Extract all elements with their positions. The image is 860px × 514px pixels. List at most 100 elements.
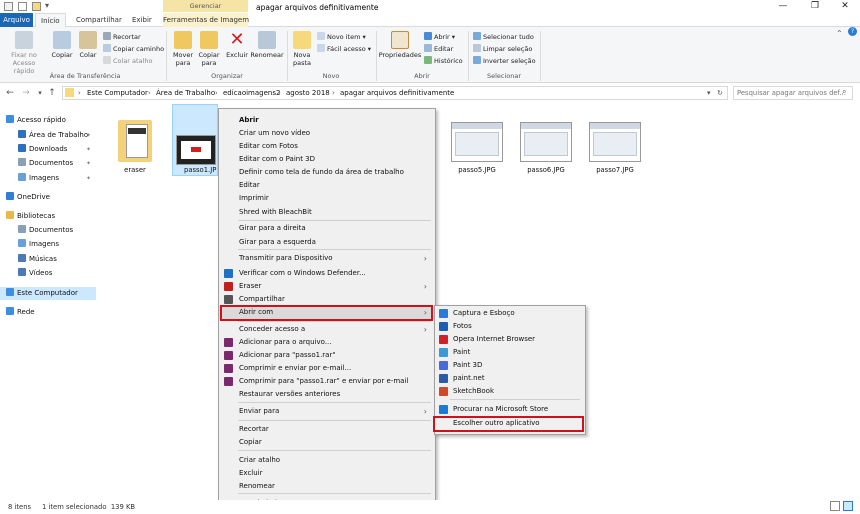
submenu-item[interactable]: paint.net — [435, 372, 585, 385]
context-menu-item[interactable]: Comprimir para "passo1.rar" e enviar por… — [219, 375, 435, 388]
context-menu-item[interactable]: Criar atalho — [219, 454, 435, 467]
sidebar-item[interactable]: Documentos — [0, 224, 96, 237]
context-menu-item[interactable]: Editar com o Paint 3D — [219, 153, 435, 166]
tab-arquivo[interactable]: Arquivo — [0, 13, 33, 27]
submenu-item[interactable]: Captura e Esboço — [435, 307, 585, 320]
context-menu-item[interactable]: Editar com Fotos — [219, 140, 435, 153]
sidebar-item[interactable]: Bibliotecas — [0, 210, 96, 223]
back-arrow-icon[interactable]: ← — [4, 86, 16, 100]
sidebar-item[interactable]: Acesso rápido — [0, 114, 96, 127]
file-label[interactable]: passo6.JPG — [520, 166, 572, 174]
context-menu-item[interactable]: Verificar com o Windows Defender... — [219, 267, 435, 280]
sidebar-item[interactable]: Área de Trabalho ✦ — [0, 129, 96, 142]
file-item-passo7[interactable] — [589, 122, 641, 162]
tab-compartilhar[interactable]: Compartilhar — [71, 13, 127, 27]
details-view-icon[interactable] — [830, 501, 840, 511]
sidebar-item[interactable]: Vídeos — [0, 267, 96, 280]
sidebar-item[interactable]: Downloads ✦ — [0, 143, 96, 156]
context-menu-item[interactable]: Excluir — [219, 467, 435, 480]
new-folder-quick-icon[interactable] — [32, 2, 41, 11]
cut-button[interactable]: Recortar — [103, 32, 141, 43]
sidebar-item[interactable]: Músicas — [0, 253, 96, 266]
file-label[interactable]: eraser — [114, 166, 156, 174]
maximize-button[interactable]: ❐ — [800, 0, 830, 13]
context-menu-item[interactable]: Imprimir — [219, 192, 435, 205]
context-menu-item[interactable]: Adicionar para "passo1.rar" — [219, 349, 435, 362]
sidebar-item[interactable]: Rede — [0, 306, 96, 319]
close-button[interactable]: ✕ — [830, 0, 860, 13]
context-menu-item[interactable]: Recortar — [219, 423, 435, 436]
submenu-item[interactable]: Paint — [435, 346, 585, 359]
sidebar-item[interactable]: Imagens — [0, 238, 96, 251]
context-menu-item[interactable]: Girar para a direita — [219, 222, 435, 235]
delete-button[interactable]: ✕ Excluir — [224, 31, 250, 60]
recent-locations-icon[interactable]: ▾ — [34, 86, 46, 100]
file-label[interactable]: passo5.JPG — [451, 166, 503, 174]
submenu-item[interactable]: Paint 3D — [435, 359, 585, 372]
copy-to-button[interactable]: Copiar para — [196, 31, 222, 67]
paste-shortcut-button[interactable]: Colar atalho — [103, 56, 152, 67]
address-dropdown-icon[interactable]: ▾ — [707, 87, 711, 99]
tab-inicio[interactable]: Início — [35, 13, 66, 28]
submenu-item[interactable]: Opera Internet Browser — [435, 333, 585, 346]
context-menu-item[interactable]: Editar — [219, 179, 435, 192]
context-menu-item[interactable]: Enviar para › — [219, 405, 435, 418]
history-button[interactable]: Histórico — [424, 56, 463, 67]
search-input[interactable]: Pesquisar apagar arquivos def... — [733, 86, 853, 100]
context-menu-item[interactable]: Comprimir e enviar por e-mail... — [219, 362, 435, 375]
rename-button[interactable]: Renomear — [250, 31, 284, 59]
collapse-ribbon-icon[interactable]: ⌃ — [836, 29, 843, 38]
tab-exibir[interactable]: Exibir — [127, 13, 157, 27]
breadcrumb-edicaoimagens2[interactable]: edicaoimagens2 — [223, 87, 280, 99]
properties-button[interactable]: Propriedades — [378, 31, 422, 59]
sidebar-item[interactable]: OneDrive — [0, 191, 96, 204]
submenu-item[interactable]: Procurar na Microsoft Store — [435, 403, 585, 416]
breadcrumb-agosto-2018[interactable]: agosto 2018 — [286, 87, 330, 99]
file-label[interactable]: passo1.JP — [184, 166, 218, 174]
submenu-item[interactable]: Fotos — [435, 320, 585, 333]
submenu-item[interactable]: SketchBook — [435, 385, 585, 398]
sidebar-item[interactable]: Imagens ✦ — [0, 172, 96, 185]
context-menu-item[interactable]: Definir como tela de fundo da área de tr… — [219, 166, 435, 179]
context-menu-item[interactable]: Abrir — [219, 114, 435, 127]
file-item-passo6[interactable] — [520, 122, 572, 162]
large-icons-view-icon[interactable] — [843, 501, 853, 511]
context-menu-item[interactable]: Eraser › — [219, 280, 435, 293]
context-menu-item[interactable]: Copiar — [219, 436, 435, 449]
file-item-eraser[interactable] — [114, 118, 156, 162]
context-menu-item[interactable]: Girar para a esquerda — [219, 236, 435, 249]
easy-access-button[interactable]: Fácil acesso ▾ — [317, 44, 371, 55]
invert-selection-button[interactable]: Inverter seleção — [473, 56, 536, 67]
file-item-passo5[interactable] — [451, 122, 503, 162]
edit-button[interactable]: Editar — [424, 44, 453, 55]
properties-quick-icon[interactable] — [18, 2, 27, 11]
open-button[interactable]: Abrir ▾ — [424, 32, 455, 43]
context-menu-item[interactable]: Conceder acesso a › — [219, 323, 435, 336]
paste-button[interactable]: Colar — [76, 31, 100, 59]
minimize-button[interactable]: — — [768, 0, 798, 13]
select-all-button[interactable]: Selecionar tudo — [473, 32, 534, 43]
clear-selection-button[interactable]: Limpar seleção — [473, 44, 532, 55]
breadcrumb-este-computador[interactable]: Este Computador — [87, 87, 148, 99]
help-icon[interactable]: ? — [848, 27, 857, 36]
up-arrow-icon[interactable]: ↑ — [46, 86, 58, 100]
context-menu-item[interactable]: Adicionar para o arquivo... — [219, 336, 435, 349]
sidebar-item[interactable]: Este Computador — [0, 287, 96, 300]
refresh-icon[interactable]: ↻ — [717, 87, 723, 99]
context-menu-item[interactable]: Criar um novo vídeo — [219, 127, 435, 140]
quick-access-dropdown-icon[interactable]: ▾ — [45, 1, 49, 10]
forward-arrow-icon[interactable]: → — [20, 86, 32, 100]
tab-ferramentas-de-imagem[interactable]: Ferramentas de Imagem — [163, 13, 249, 27]
breadcrumb-current-folder[interactable]: apagar arquivos definitivamente — [340, 87, 454, 99]
move-to-button[interactable]: Mover para — [170, 31, 196, 67]
context-menu-item[interactable]: Transmitir para Dispositivo › — [219, 252, 435, 265]
sidebar-item[interactable]: Documentos ✦ — [0, 157, 96, 170]
breadcrumb-area-de-trabalho[interactable]: Área de Trabalho — [156, 87, 215, 99]
context-menu-item[interactable]: Renomear — [219, 480, 435, 493]
new-folder-button[interactable]: Nova pasta — [290, 31, 314, 67]
context-menu-item[interactable]: Restaurar versões anteriores — [219, 388, 435, 401]
file-label[interactable]: passo7.JPG — [589, 166, 641, 174]
new-item-button[interactable]: Novo item ▾ — [317, 32, 366, 43]
context-menu-item[interactable]: Shred with BleachBit — [219, 206, 435, 219]
copy-button[interactable]: Copiar — [48, 31, 76, 59]
